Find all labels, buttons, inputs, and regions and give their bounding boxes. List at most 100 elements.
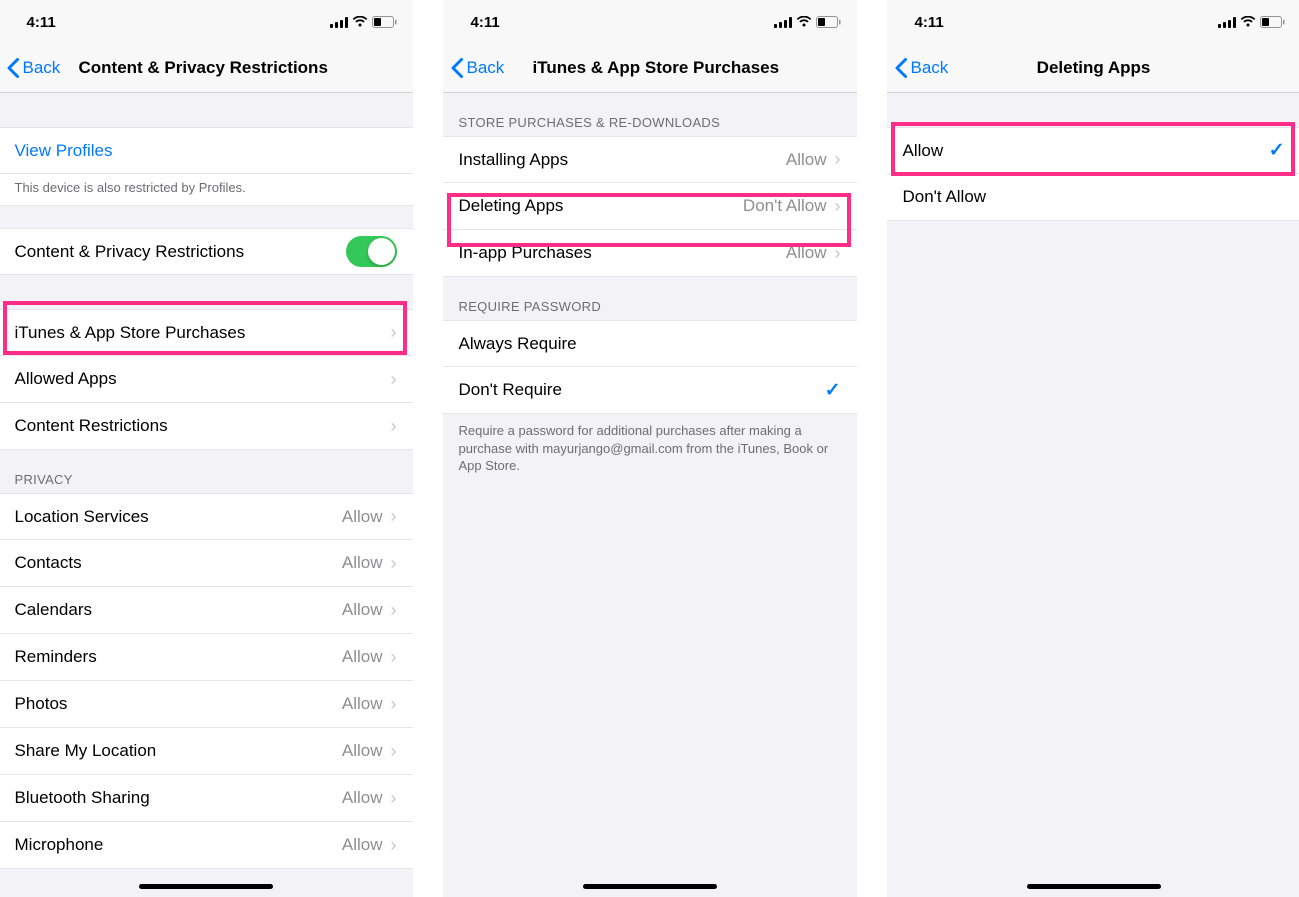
deleting-apps-row[interactable]: Deleting Apps Don't Allow › (443, 183, 857, 230)
page-title: Deleting Apps (887, 58, 1299, 78)
privacy-label: Location Services (15, 507, 342, 527)
allow-label: Allow (903, 141, 1269, 161)
require-footer: Require a password for additional purcha… (443, 414, 857, 483)
chevron-right-icon: › (391, 600, 397, 621)
dont-allow-row[interactable]: Don't Allow (887, 174, 1299, 221)
status-time: 4:11 (915, 14, 944, 31)
privacy-row-contacts[interactable]: Contacts Allow › (0, 540, 413, 587)
nav-bar: Back iTunes & App Store Purchases (443, 44, 857, 93)
privacy-row-photos[interactable]: Photos Allow › (0, 681, 413, 728)
privacy-header: Privacy (0, 450, 413, 493)
inapp-value: Allow (786, 243, 827, 263)
battery-icon (816, 16, 841, 28)
deleting-apps-label: Deleting Apps (459, 196, 743, 216)
chevron-right-icon: › (391, 416, 397, 437)
home-indicator[interactable] (583, 884, 717, 889)
view-profiles-label: View Profiles (15, 141, 397, 161)
status-bar: 4:11 (887, 0, 1299, 44)
battery-icon (372, 16, 397, 28)
privacy-label: Reminders (15, 647, 342, 667)
privacy-row-microphone[interactable]: Microphone Allow › (0, 822, 413, 869)
always-require-row[interactable]: Always Require (443, 320, 857, 367)
privacy-value: Allow (342, 835, 383, 855)
screen-content-privacy: 4:11 Back Content & Privacy Restrictions… (0, 0, 413, 897)
cellular-icon (774, 17, 792, 28)
view-profiles-row[interactable]: View Profiles (0, 127, 413, 174)
chevron-right-icon: › (391, 506, 397, 527)
content-restrictions-row[interactable]: Content Restrictions › (0, 403, 413, 450)
status-indicators (1218, 16, 1285, 28)
wifi-icon (352, 16, 368, 28)
privacy-label: Microphone (15, 835, 342, 855)
page-title: Content & Privacy Restrictions (0, 58, 413, 78)
installing-apps-value: Allow (786, 150, 827, 170)
require-header: Require Password (443, 277, 857, 320)
privacy-label: Contacts (15, 553, 342, 573)
privacy-row-share-location[interactable]: Share My Location Allow › (0, 728, 413, 775)
privacy-value: Allow (342, 600, 383, 620)
chevron-right-icon: › (391, 694, 397, 715)
status-time: 4:11 (471, 14, 500, 31)
chevron-right-icon: › (391, 647, 397, 668)
privacy-row-calendars[interactable]: Calendars Allow › (0, 587, 413, 634)
chevron-right-icon: › (391, 553, 397, 574)
chevron-right-icon: › (835, 149, 841, 170)
always-require-label: Always Require (459, 334, 841, 354)
privacy-value: Allow (342, 788, 383, 808)
privacy-value: Allow (342, 741, 383, 761)
content-privacy-toggle[interactable] (346, 236, 397, 267)
privacy-label: Calendars (15, 600, 342, 620)
screen-deleting-apps: 4:11 Back Deleting Apps Allow ✓ Don't Al… (887, 0, 1299, 897)
allowed-apps-label: Allowed Apps (15, 369, 391, 389)
status-indicators (774, 16, 841, 28)
status-bar: 4:11 (0, 0, 413, 44)
privacy-label: Photos (15, 694, 342, 714)
home-indicator[interactable] (139, 884, 273, 889)
dont-require-label: Don't Require (459, 380, 825, 400)
content-privacy-toggle-row[interactable]: Content & Privacy Restrictions (0, 228, 413, 275)
cellular-icon (330, 17, 348, 28)
content-privacy-toggle-label: Content & Privacy Restrictions (15, 242, 346, 262)
itunes-purchases-label: iTunes & App Store Purchases (15, 323, 391, 343)
allow-row[interactable]: Allow ✓ (887, 127, 1299, 174)
privacy-value: Allow (342, 694, 383, 714)
privacy-value: Allow (342, 647, 383, 667)
installing-apps-label: Installing Apps (459, 150, 786, 170)
itunes-purchases-row[interactable]: iTunes & App Store Purchases › (0, 309, 413, 356)
home-indicator[interactable] (1027, 884, 1161, 889)
wifi-icon (796, 16, 812, 28)
screen-itunes-store: 4:11 Back iTunes & App Store Purchases S… (443, 0, 857, 897)
privacy-value: Allow (342, 553, 383, 573)
allowed-apps-row[interactable]: Allowed Apps › (0, 356, 413, 403)
checkmark-icon: ✓ (1269, 139, 1285, 162)
privacy-row-location[interactable]: Location Services Allow › (0, 493, 413, 540)
chevron-right-icon: › (391, 322, 397, 343)
chevron-right-icon: › (835, 243, 841, 264)
installing-apps-row[interactable]: Installing Apps Allow › (443, 136, 857, 183)
privacy-label: Share My Location (15, 741, 342, 761)
inapp-purchases-row[interactable]: In-app Purchases Allow › (443, 230, 857, 277)
content-restrictions-label: Content Restrictions (15, 416, 391, 436)
chevron-right-icon: › (391, 788, 397, 809)
wifi-icon (1240, 16, 1256, 28)
cellular-icon (1218, 17, 1236, 28)
nav-bar: Back Deleting Apps (887, 44, 1299, 93)
chevron-right-icon: › (391, 741, 397, 762)
chevron-right-icon: › (835, 196, 841, 217)
battery-icon (1260, 16, 1285, 28)
deleting-apps-value: Don't Allow (743, 196, 827, 216)
status-time: 4:11 (27, 14, 56, 31)
status-bar: 4:11 (443, 0, 857, 44)
nav-bar: Back Content & Privacy Restrictions (0, 44, 413, 93)
privacy-label: Bluetooth Sharing (15, 788, 342, 808)
privacy-row-bluetooth[interactable]: Bluetooth Sharing Allow › (0, 775, 413, 822)
profiles-hint: This device is also restricted by Profil… (0, 174, 413, 206)
privacy-value: Allow (342, 507, 383, 527)
status-indicators (330, 16, 397, 28)
privacy-row-reminders[interactable]: Reminders Allow › (0, 634, 413, 681)
checkmark-icon: ✓ (825, 379, 841, 402)
dont-require-row[interactable]: Don't Require ✓ (443, 367, 857, 414)
chevron-right-icon: › (391, 369, 397, 390)
dont-allow-label: Don't Allow (903, 187, 1285, 207)
inapp-label: In-app Purchases (459, 243, 786, 263)
